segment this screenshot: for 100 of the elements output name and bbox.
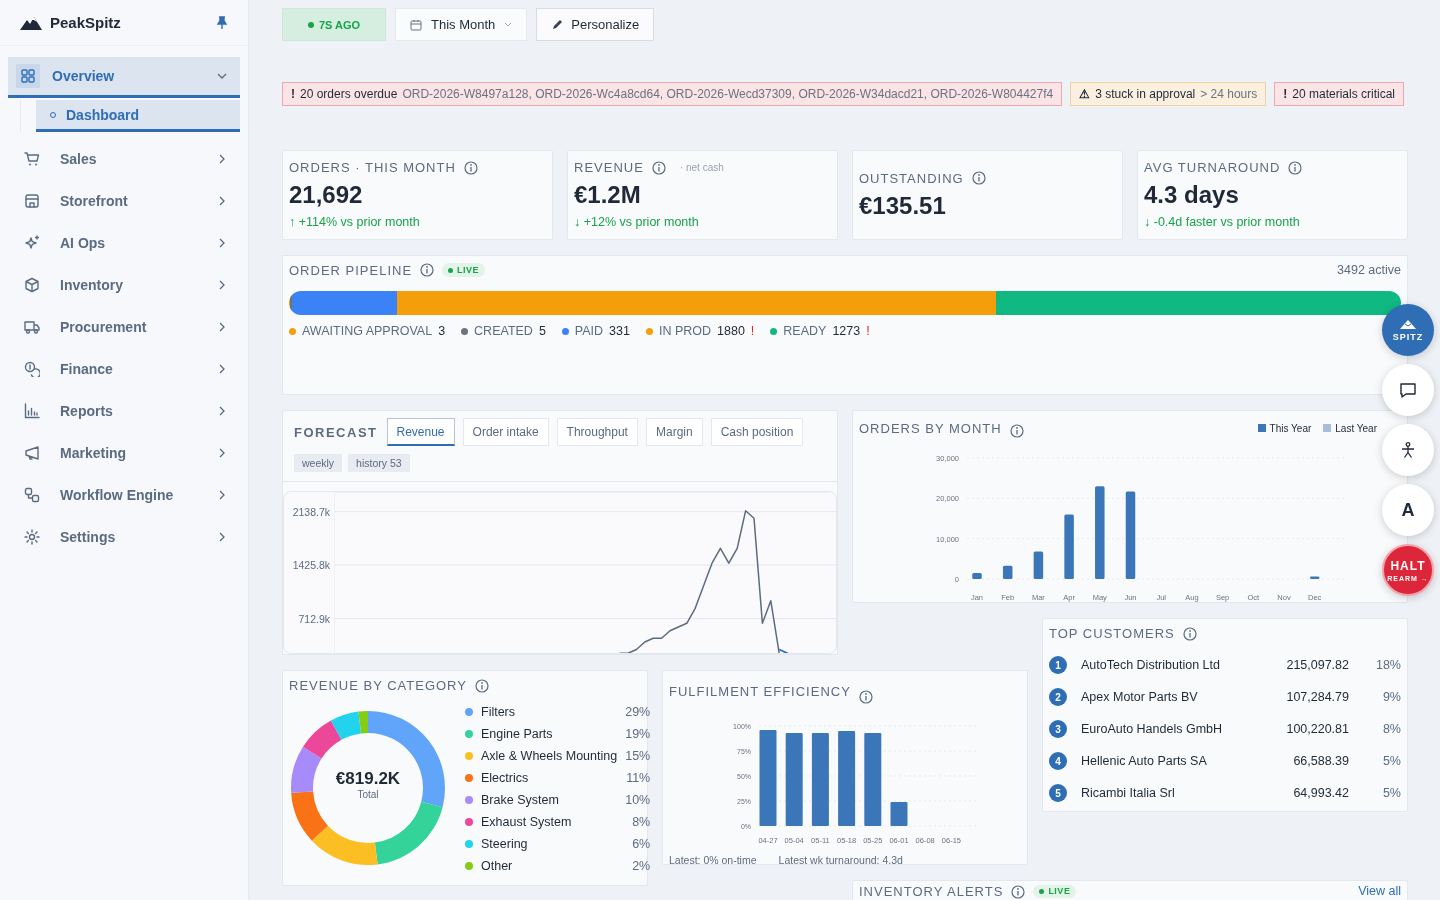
category-share: 6% — [632, 837, 651, 851]
customer-amount: 64,993.42 — [1292, 786, 1349, 800]
pencil-icon — [551, 19, 563, 30]
nav-item[interactable]: Overview — [8, 57, 240, 98]
category-name: Other — [481, 859, 513, 873]
active-count: 3492 active — [1337, 263, 1401, 277]
chart-tab[interactable]: Revenue — [386, 418, 455, 446]
card-title: INVENTORY ALERTS — [859, 885, 1004, 898]
status-pill: 7S AGO — [282, 8, 386, 41]
stage-label: PAID — [574, 324, 604, 338]
info-icon — [971, 171, 986, 186]
nav-item[interactable]: Procurement — [8, 306, 240, 348]
category-name: Brake System — [481, 793, 559, 807]
chart-tab[interactable]: Cash position — [710, 418, 804, 446]
nav-item[interactable]: Reports — [8, 390, 240, 432]
stage-label: AWAITING APPROVAL — [302, 324, 433, 338]
halt-label: HALT — [1390, 558, 1426, 573]
kpi-label: OUTSTANDING — [859, 170, 964, 186]
footer-stat: Latest: 0% on-time — [669, 854, 757, 866]
customer-name: Apex Motor Parts BV — [1081, 690, 1199, 704]
live-badge: LIVE — [442, 263, 486, 277]
category-share: 2% — [632, 859, 651, 873]
chart-tab[interactable]: Margin — [645, 418, 703, 446]
stage-count: 5 — [538, 324, 546, 338]
stage-count: 331 — [609, 324, 630, 338]
card-title: REVENUE BY CATEGORY — [289, 678, 467, 693]
footer-stat: Latest wk turnaround: 4.3d — [778, 854, 903, 866]
category-name: Exhaust System — [481, 815, 572, 829]
stage-label: IN PROD — [658, 324, 712, 338]
nav-item[interactable]: Sales — [8, 138, 240, 180]
info-icon — [1182, 626, 1197, 641]
filter-chip: history 53 — [348, 454, 410, 472]
nav-item[interactable]: Workflow Engine — [8, 474, 240, 516]
category-name: Filters — [481, 705, 516, 719]
info-icon — [651, 160, 666, 175]
axis-label: 1425.8k — [292, 559, 330, 572]
customer-share: 8% — [1381, 722, 1401, 736]
alert-icon: ⚠ — [1079, 87, 1091, 101]
alert-title: 20 orders overdue — [300, 87, 398, 101]
nav-item[interactable]: AI Ops — [8, 222, 240, 264]
store-icon — [24, 193, 40, 209]
info-icon — [1009, 424, 1024, 438]
card-title: ORDERS BY MONTH — [859, 420, 1002, 436]
customer-share: 18% — [1374, 658, 1401, 672]
chat-button[interactable] — [1382, 364, 1434, 416]
rank-badge: 2 — [1049, 688, 1067, 706]
chat-icon — [1399, 381, 1417, 399]
category-name: Engine Parts — [481, 727, 553, 741]
card-title: FULFILMENT EFFICIENCY — [669, 683, 851, 699]
info-icon — [474, 678, 489, 693]
info-icon — [463, 160, 478, 175]
brand-name: PeakSpitz — [50, 14, 122, 31]
nav-item[interactable]: Inventory — [8, 264, 240, 306]
info-icon — [1011, 885, 1026, 899]
alert-banner[interactable]: ⚠ 3 stuck in approval > 24 hours — [1070, 82, 1267, 106]
customer-amount: 107,284.79 — [1285, 690, 1349, 704]
nav-item[interactable]: Marketing — [8, 432, 240, 474]
pin-icon — [216, 15, 228, 30]
kpi-value: €135.51 — [859, 192, 947, 220]
grid-icon — [20, 68, 36, 84]
customer-amount: 66,588.39 — [1292, 754, 1349, 768]
customer-share: 9% — [1381, 690, 1401, 704]
customer-share: 5% — [1381, 754, 1401, 768]
nav-item[interactable]: Settings — [8, 516, 240, 558]
stage-count: 1880 — [717, 324, 745, 338]
customer-share: 5% — [1381, 786, 1401, 800]
truck-icon — [24, 319, 40, 335]
chart-tab[interactable]: Throughput — [556, 418, 638, 446]
rank-badge: 5 — [1049, 784, 1067, 802]
customer-amount: 215,097.82 — [1285, 658, 1349, 672]
chart-tab[interactable]: Order intake — [462, 418, 549, 446]
stage-count: 1273 — [832, 324, 861, 338]
forecast-line — [778, 648, 789, 653]
nav-subitem[interactable]: Dashboard — [36, 100, 240, 132]
personalize-button[interactable]: Personalize — [536, 8, 655, 41]
bar-chart-icon — [24, 403, 40, 419]
filter-chip: weekly — [294, 454, 343, 472]
alert-banner[interactable]: ! 20 materials critical — [1274, 82, 1404, 106]
assistant-button[interactable]: SPITZ — [1382, 304, 1434, 356]
box-icon — [24, 277, 40, 293]
nav-item[interactable]: Finance — [8, 348, 240, 390]
customer-name: Hellenic Auto Parts SA — [1081, 754, 1208, 768]
font-size-button[interactable]: A — [1382, 484, 1434, 536]
info-icon — [1288, 160, 1303, 175]
bar — [972, 572, 982, 579]
bar — [890, 802, 908, 826]
period-dropdown[interactable]: This Month — [395, 8, 528, 41]
category-share: 15% — [625, 749, 651, 763]
calendar-icon — [410, 18, 422, 31]
category-share: 10% — [625, 793, 651, 807]
axis-label: 2138.7k — [292, 505, 330, 518]
category-share: 8% — [632, 815, 651, 829]
alert-detail: ORD-2026-W8497a128, ORD-2026-Wc4a8cd64, ORD-2026-Wecd37309, ORD-2026-W34dacd21, ORD-2026-W804427f4 — [402, 87, 1054, 101]
kpi-value: €1.2M — [574, 182, 642, 209]
alert-banner[interactable]: ! 20 orders overdue ORD-2026-W8497a128, ORD-2026-Wc4a8cd64, ORD-2026-Wecd37309, ORD-2026-W34dacd21, ORD-2026-W804427f4 — [282, 82, 1063, 106]
accessibility-button[interactable] — [1382, 424, 1434, 476]
view-all-link[interactable]: View all — [1358, 885, 1401, 898]
legend-label: Last Year — [1335, 422, 1377, 434]
alert-icon: ! — [1283, 87, 1288, 101]
nav-item[interactable]: Storefront — [8, 180, 240, 222]
